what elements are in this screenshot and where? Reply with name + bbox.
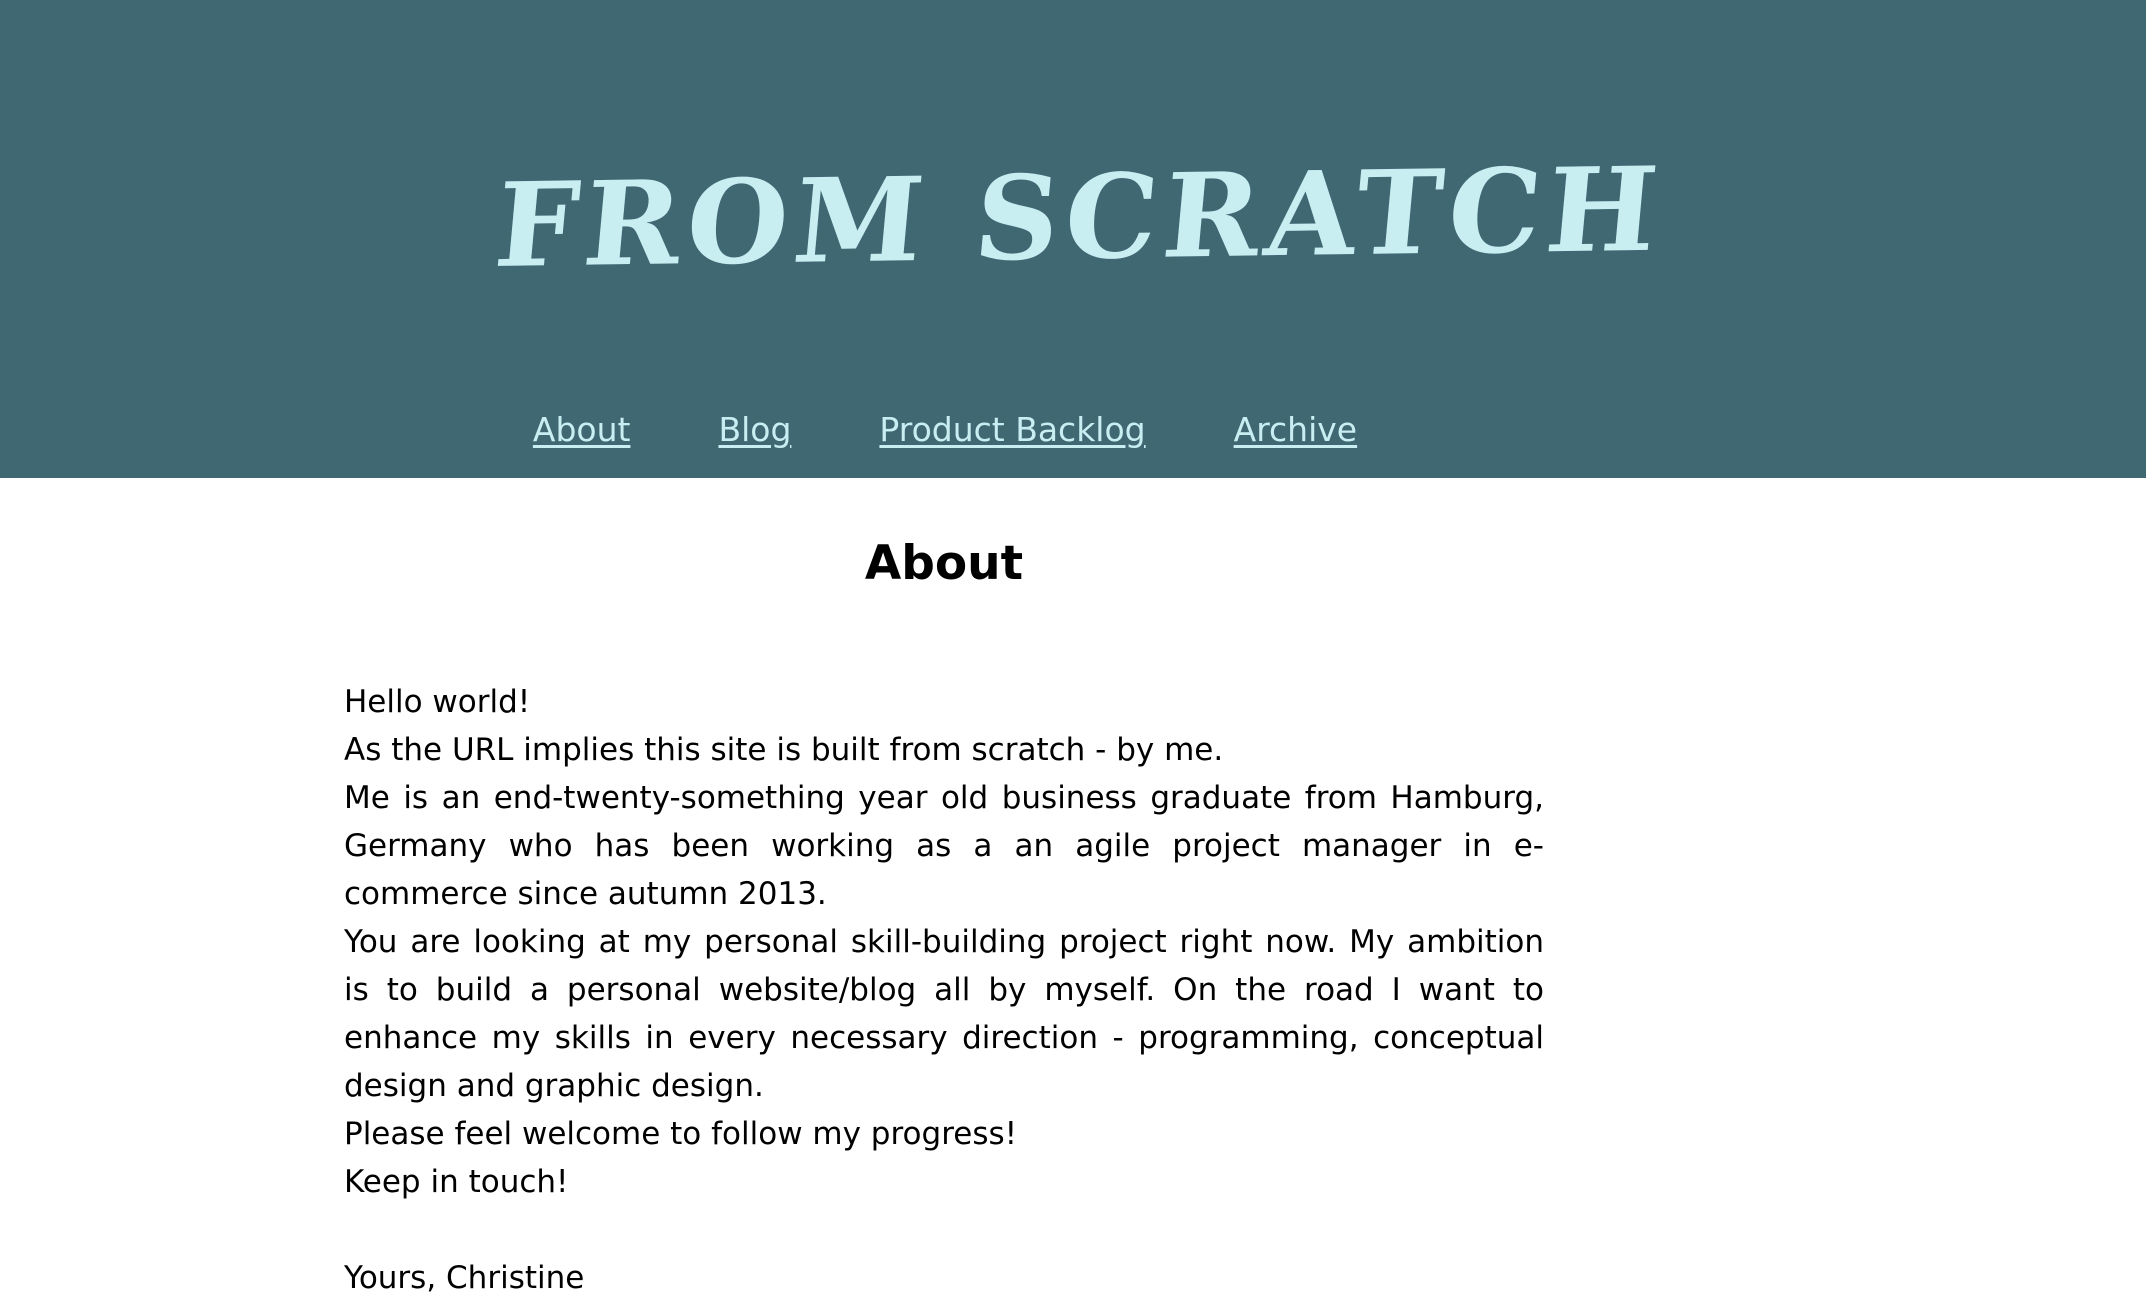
about-paragraph-follow: Please feel welcome to follow my progres…: [344, 1116, 1018, 1152]
page-heading: About: [864, 536, 1024, 591]
main-nav: About Blog Product Backlog Archive: [0, 400, 1890, 460]
about-text: Hello world! As the URL implies this sit…: [344, 678, 1544, 1302]
nav-link-product-backlog[interactable]: Product Backlog: [879, 400, 1145, 460]
signature: Yours, Christine: [344, 1260, 585, 1296]
about-paragraph-url: As the URL implies this site is built fr…: [344, 732, 1224, 768]
about-paragraph-greeting: Hello world!: [344, 684, 531, 720]
main-content: About Hello world! As the URL implies th…: [344, 528, 1544, 1302]
nav-link-blog[interactable]: Blog: [718, 400, 791, 460]
page: From Scratch About Blog Product Backlog …: [0, 0, 2146, 1308]
about-paragraph-bio: Me is an end-twenty-something year old b…: [344, 780, 1544, 912]
site-title: From Scratch: [489, 141, 1669, 294]
about-paragraph-ambition: You are looking at my personal skill-bui…: [344, 924, 1544, 1104]
about-paragraph-keep-in-touch: Keep in touch!: [344, 1164, 569, 1200]
nav-link-archive[interactable]: Archive: [1234, 400, 1357, 460]
nav-link-about[interactable]: About: [533, 400, 631, 460]
site-header: From Scratch About Blog Product Backlog …: [0, 0, 2146, 478]
